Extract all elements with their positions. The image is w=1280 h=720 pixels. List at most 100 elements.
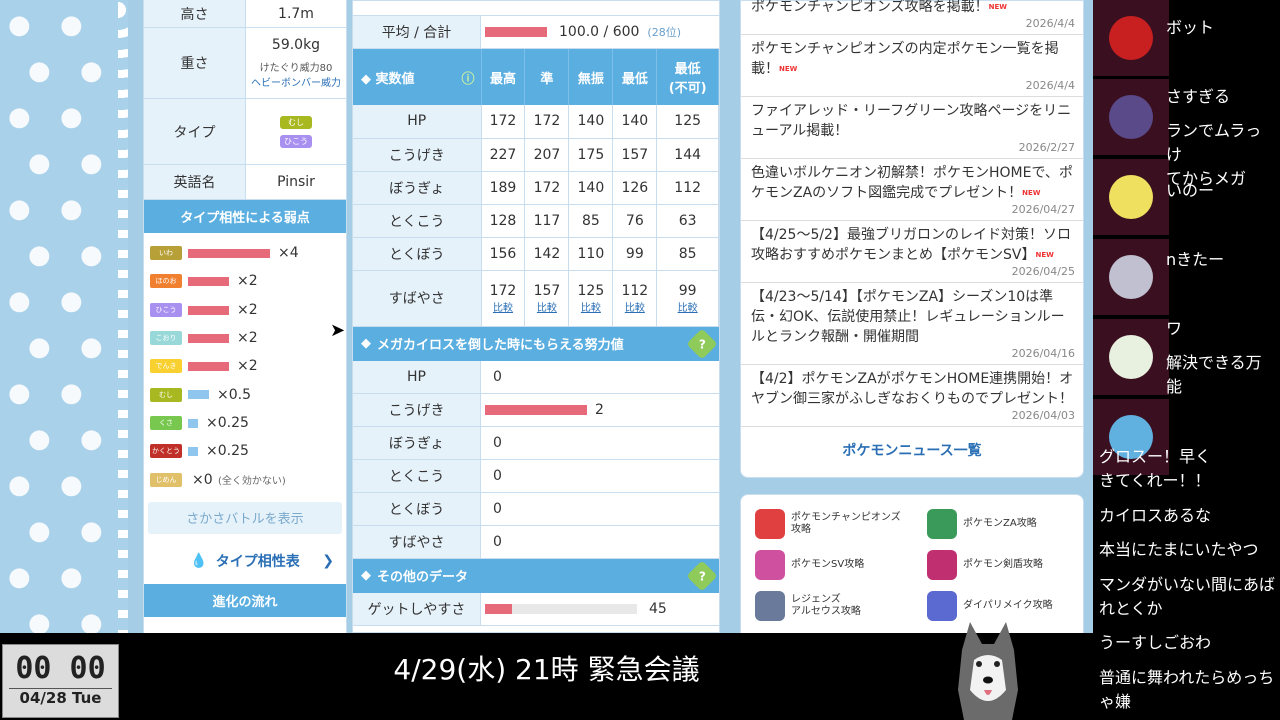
chat-message: 普通に舞われたらめっち ゃ嫌 — [1099, 668, 1275, 711]
type-badge-bug[interactable]: むし — [280, 115, 312, 129]
weakness-row: こおり ×2 — [144, 324, 346, 352]
stat-value: 85 — [568, 204, 614, 238]
catch-rate-cell: 45 — [481, 593, 719, 625]
weakness-bar — [188, 277, 229, 287]
paw-pattern-icon: ● — [60, 562, 83, 592]
game-link[interactable]: レジェンズ アルセウス攻略 — [755, 591, 861, 621]
stat-value: 142 — [524, 237, 570, 271]
stat-value: 144 — [656, 138, 719, 172]
game-link[interactable]: ダイパリメイク攻略 — [927, 591, 1053, 621]
stat-name: ぼうぎょ — [353, 171, 482, 205]
news-item[interactable]: ファイアレッド・リーフグリーン攻略ページをリニューアル掲載！ 2026/2/27 — [741, 97, 1083, 159]
stat-row: とくぼう 156 142 110 99 85 — [353, 237, 719, 271]
ev-value-cell: 0 — [481, 427, 719, 459]
pokemon-profile-column: 高さ 1.7m 重さ 59.0kg けたぐり威力80 ヘビーボンバー威力 タイプ… — [143, 0, 347, 633]
reverse-battle-button[interactable]: さかさバトルを表示 — [148, 501, 342, 534]
stat-value: 172 比較 — [481, 270, 526, 327]
news-date: 2026/2/27 — [1018, 141, 1075, 154]
game-link[interactable]: ポケモン剣盾攻略 — [927, 550, 1043, 580]
help-icon[interactable]: ? — [686, 559, 718, 592]
compare-link[interactable]: 比較 — [482, 299, 525, 314]
weakness-bar — [188, 418, 198, 428]
ev-row: とくこう 0 — [353, 459, 719, 493]
ev-stat-name: HP — [353, 360, 481, 393]
heavy-slam-link[interactable]: ヘビーボンバー威力 — [251, 74, 341, 89]
paw-pattern-icon: ● — [8, 562, 31, 592]
news-list: ポケモンチャンピオンズ攻略を掲載！ NEW 2026/4/4 ポケモンチャンピオンズ… — [741, 0, 1083, 427]
weakness-list: いわ ×4 ほのお ×2 ひこう ×2 こおり ×2 でんき ×2 むし ×0.5 くさ ×0.25 かくと… — [144, 233, 346, 494]
type-chart-link[interactable]: 💧 タイプ相性表 ❯ — [144, 542, 346, 580]
stat-value: 172 — [481, 105, 526, 139]
compare-link[interactable]: 比較 — [525, 299, 568, 314]
stat-value: 63 — [656, 204, 719, 238]
help-icon[interactable]: ⓘ — [461, 68, 474, 87]
ev-stat-name: こうげき — [353, 393, 481, 426]
wave-edge — [118, 0, 128, 633]
compare-link[interactable]: 比較 — [569, 299, 612, 314]
news-item[interactable]: 色違いボルケニオン初解禁！ポケモンHOMEで、ポケモンZAのソフト図鑑完成でプレ… — [741, 159, 1083, 221]
news-title: 【4/2】ポケモンZAがポケモンHOME連携開始！オヤブン御三家がふしぎなおくり… — [751, 371, 1074, 407]
ev-value: 0 — [493, 500, 502, 517]
type-badge-flying[interactable]: ひこう — [280, 134, 312, 148]
news-item[interactable]: ポケモンチャンピオンズ攻略を掲載！ NEW 2026/4/4 — [741, 0, 1083, 35]
chat-message: 本当にたまにいたやつ — [1099, 540, 1259, 559]
type-badge[interactable]: いわ — [150, 246, 182, 261]
stat-value: 112 — [656, 171, 719, 205]
stat-value: 207 — [524, 138, 570, 172]
background-pattern: ● ● ● ● ● ● ● ● ● ● ● ● ● ● ● ● ● ● ● ● ● ● ● ● ● ● ● ● — [0, 0, 128, 633]
stats-header-cell: 準 — [524, 49, 570, 105]
average-bar-fill — [485, 27, 547, 37]
compare-link[interactable]: 比較 — [657, 299, 718, 314]
paw-pattern-icon: ● — [8, 10, 31, 40]
ev-row: すばやさ 0 — [353, 525, 719, 559]
stat-value: 99 — [612, 237, 658, 271]
type-badge[interactable]: かくとう — [150, 444, 182, 459]
type-badge[interactable]: ひこう — [150, 302, 182, 317]
type-badge[interactable]: ほのお — [150, 274, 182, 289]
stat-value-number: 157 — [533, 282, 561, 299]
ev-value: 0 — [493, 467, 502, 484]
chat-avatar-icon — [1093, 319, 1169, 395]
game-link[interactable]: ポケモンチャンピオンズ 攻略 — [755, 509, 901, 539]
news-item[interactable]: 【4/25〜5/2】最強ブリガロンのレイド対策！ソロ攻略おすすめポケモンまとめ【… — [741, 221, 1083, 283]
diamond-icon: ◆ — [361, 336, 371, 351]
news-list-link[interactable]: ポケモンニュース一覧 — [741, 427, 1083, 473]
news-item[interactable]: 【4/2】ポケモンZAがポケモンHOME連携開始！オヤブン御三家がふしぎなおくり… — [741, 365, 1083, 427]
game-links-panel: ポケモンチャンピオンズ 攻略 ポケモンZA攻略ポケモンSV攻略 ポケモン剣盾攻略レジ… — [740, 494, 1084, 633]
type-chart-label: タイプ相性表 — [215, 553, 300, 570]
game-logo-icon — [755, 509, 785, 539]
stats-header-cell: 無振 — [568, 49, 614, 105]
weakness-row: じめん ×0 (全く効かない) — [144, 465, 346, 493]
stats-header-cell: ◆ 実数値 ⓘ — [353, 49, 482, 105]
type-badge[interactable]: こおり — [150, 331, 182, 346]
paw-pattern-icon: ● — [8, 470, 31, 500]
stat-value: 112 比較 — [612, 270, 658, 327]
table-top-edge — [353, 1, 719, 16]
news-title: 色違いボルケニオン初解禁！ポケモンHOMEで、ポケモンZAのソフト図鑑完成でプレ… — [751, 165, 1073, 201]
help-icon[interactable]: ? — [686, 327, 718, 360]
weakness-bar — [188, 249, 270, 258]
news-title: ポケモンチャンピオンズの内定ポケモン一覧を掲載！ NEW — [751, 41, 1059, 77]
chat-message: さすぎる — [1166, 87, 1231, 106]
game-link[interactable]: ポケモンZA攻略 — [927, 509, 1037, 539]
chat-message: 解決できる万能 — [1166, 353, 1262, 396]
chat-avatar-icon — [1093, 159, 1169, 235]
stat-value: 117 — [524, 204, 570, 238]
news-item[interactable]: ポケモンチャンピオンズの内定ポケモン一覧を掲載！ NEW 2026/4/4 — [741, 35, 1083, 97]
game-link[interactable]: ポケモンSV攻略 — [755, 550, 864, 580]
stat-name: とくこう — [353, 204, 482, 238]
weakness-multiplier: ×2 — [237, 273, 258, 290]
weakness-row: ほのお ×2 — [144, 267, 346, 295]
news-item[interactable]: 【4/23〜5/14】【ポケモンZA】シーズン10は準伝・幻OK、伝説使用禁止！… — [741, 283, 1083, 365]
type-badge[interactable]: でんき — [150, 359, 182, 374]
compare-link[interactable]: 比較 — [613, 299, 656, 314]
chevron-right-icon: ❯ — [322, 552, 334, 569]
stat-average-value: 100.0 / 600 — [559, 24, 640, 40]
type-badge[interactable]: むし — [150, 387, 182, 402]
weakness-bar — [188, 390, 209, 400]
paw-pattern-icon: ● — [28, 56, 51, 86]
stat-value: 172 — [524, 105, 570, 139]
catch-bar-fill — [485, 603, 512, 614]
type-badge[interactable]: くさ — [150, 415, 182, 430]
type-badge[interactable]: じめん — [150, 472, 182, 487]
